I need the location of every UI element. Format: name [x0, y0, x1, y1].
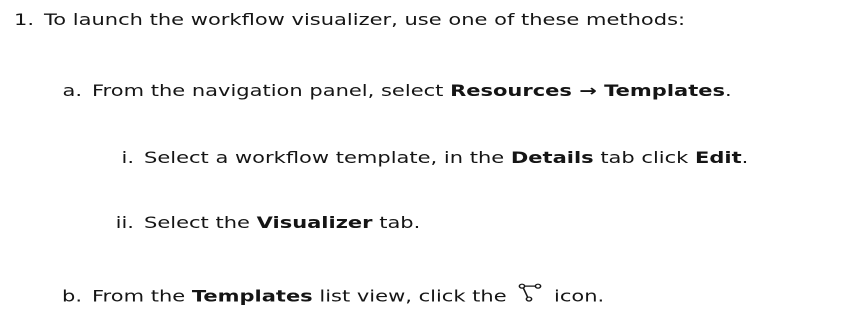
text-segment: icon. — [547, 286, 605, 306]
ui-term-templates: Templates — [191, 286, 313, 306]
list-marker: a. — [62, 81, 82, 100]
text-segment: From the navigation panel, select — [92, 81, 451, 100]
text-segment: From the — [92, 286, 192, 306]
step-text: Select the Visualizer tab. — [144, 213, 420, 231]
list-item-step-1: 1. To launch the workflow visualizer, use… — [8, 12, 685, 28]
list-item-step-1a-i: i. Select a workflow template, in the Det… — [96, 150, 748, 166]
text-segment: Select the — [144, 213, 257, 232]
workflow-visualizer-icon — [518, 283, 542, 302]
text-segment: tab click — [593, 148, 696, 167]
ui-term-edit: Edit — [695, 148, 742, 167]
list-marker: b. — [61, 286, 82, 306]
step-text: Select a workflow template, in the Detai… — [144, 148, 748, 166]
menu-arrow: → — [571, 81, 605, 100]
ui-term-templates: Templates — [604, 81, 725, 100]
list-marker: i. — [121, 148, 134, 167]
text-segment: . — [741, 148, 749, 167]
ui-term-resources: Resources — [450, 81, 572, 100]
list-item-step-1a: a. From the navigation panel, select Reso… — [52, 81, 732, 100]
ui-term-details: Details — [510, 148, 594, 167]
ui-term-visualizer: Visualizer — [256, 213, 373, 232]
instructions-list: 1. To launch the workflow visualizer, use… — [0, 0, 845, 318]
text-segment: . — [724, 81, 732, 100]
text-segment: Select a workflow template, in the — [144, 148, 511, 167]
text-segment: list view, click the — [312, 286, 514, 306]
list-item-step-1a-ii: ii. Select the Visualizer tab. — [96, 213, 421, 232]
list-marker: 1. — [13, 10, 34, 29]
list-marker: ii. — [115, 213, 134, 232]
list-item-step-1b: b. From the Templates list view, click th… — [52, 283, 604, 304]
step-text: From the navigation panel, select Resour… — [92, 82, 732, 100]
step-text: From the Templates list view, click the … — [92, 283, 605, 306]
text-segment: tab. — [372, 213, 421, 232]
step-text: To launch the workflow visualizer, use o… — [44, 10, 686, 29]
